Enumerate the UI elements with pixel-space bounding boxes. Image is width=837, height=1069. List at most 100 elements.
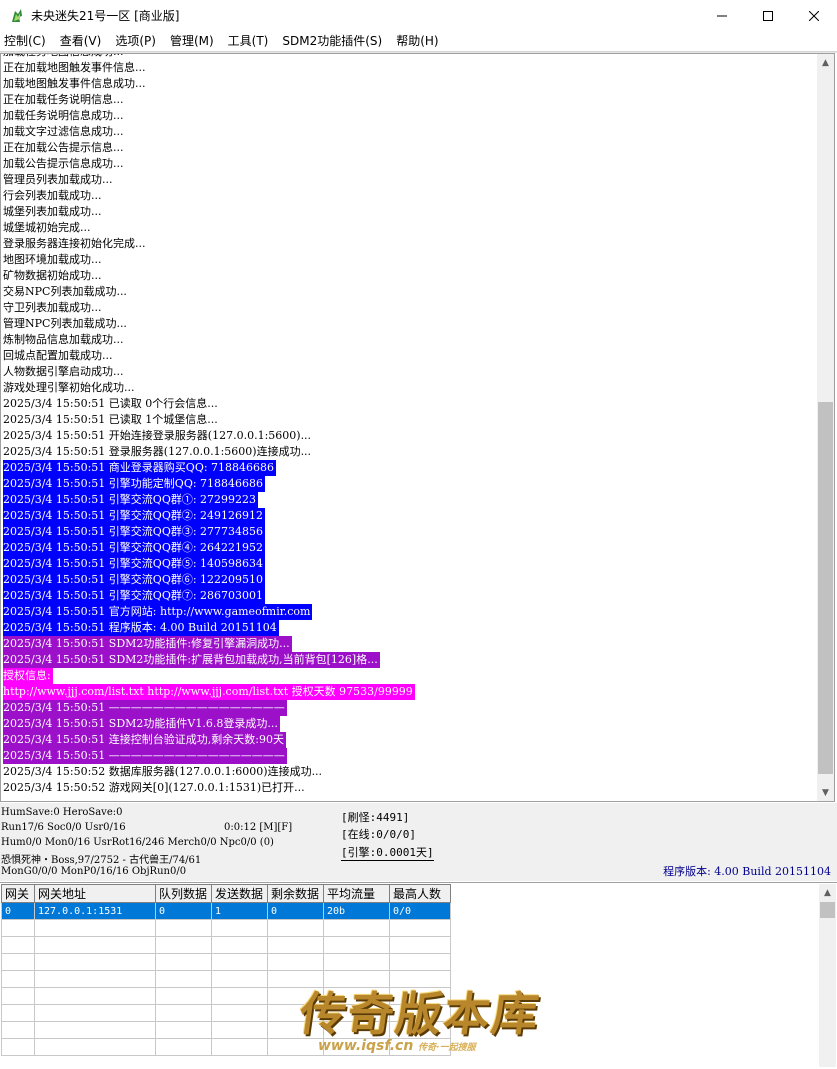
log-line: 炼制物品信息加载成功... [3, 332, 818, 348]
log-line: 游戏处理引擎初始化成功... [3, 380, 818, 396]
log-line: 回城点配置加载成功... [3, 348, 818, 364]
watermark-tagline: 传奇·一起搜服 [418, 1043, 476, 1053]
log-line-text: 回城点配置加载成功... [3, 349, 113, 362]
status-timer: 0:0:12 [M][F] [224, 822, 293, 833]
log-line-text: 加载文字过滤信息成功... [3, 125, 124, 138]
column-header[interactable]: 剩余数据 [267, 884, 324, 903]
log-line: 2025/3/4 15:50:51 引擎交流QQ群⑤: 140598634 [3, 556, 818, 572]
column-header[interactable]: 发送数据 [211, 884, 268, 903]
maximize-icon [763, 10, 773, 21]
column-header[interactable]: 网关 [1, 884, 35, 903]
log-line-text: 2025/3/4 15:50:51 程序版本: 4.00 Build 20151… [3, 620, 279, 636]
log-line: 正在加载地图触发事件信息... [3, 60, 818, 76]
log-vertical-scrollbar[interactable]: ▲ ▼ [817, 54, 834, 801]
table-cell: 0 [155, 902, 212, 920]
grid-vertical-scrollbar[interactable]: ▲ [819, 884, 836, 1067]
log-line-text: 2025/3/4 15:50:51 SDM2功能插件:扩展背包加载成功,当前背包… [3, 652, 380, 668]
log-line-text: 2025/3/4 15:50:51 SDM2功能插件V1.6.8登录成功... [3, 716, 280, 732]
log-line: 2025/3/4 15:50:51 引擎交流QQ群⑦: 286703001 [3, 588, 818, 604]
log-line-text: 游戏处理引擎初始化成功... [3, 381, 135, 394]
title-bar: 未央迷失21号一区 [商业版] [0, 0, 837, 31]
log-textbox[interactable]: 加载任务地图信息成功...正在加载地图触发事件信息... 加载地图触发事件信息成功… [0, 53, 835, 802]
menu-manage[interactable]: 管理(M) [170, 31, 214, 51]
log-line-text: 2025/3/4 15:50:51 引擎交流QQ群②: 249126912 [3, 508, 266, 524]
column-header[interactable]: 最高人数 [389, 884, 451, 903]
log-line: 2025/3/4 15:50:51 商业登录器购买QQ: 718846686 [3, 460, 818, 476]
log-line: 城堡城初始完成... [3, 220, 818, 236]
status-run: Run17/6 Soc0/0 Usr0/16 [1, 822, 126, 833]
status-engine: [引擎:0.0001天] [341, 846, 434, 861]
log-line-text: 管理NPC列表加载成功... [3, 317, 127, 330]
maximize-button[interactable] [745, 0, 791, 31]
log-line-text: 加载任务地图信息成功... [3, 54, 126, 60]
table-cell: 20b [323, 902, 390, 920]
log-line: 2025/3/4 15:50:51 引擎交流QQ群②: 249126912 [3, 508, 818, 524]
menu-options[interactable]: 选项(P) [115, 31, 156, 51]
table-row-empty [1, 953, 451, 971]
log-line-text: 管理员列表加载成功... [3, 173, 113, 186]
log-line: 地图环境加载成功... [3, 252, 818, 268]
column-header[interactable]: 平均流量 [323, 884, 390, 903]
log-line: 2025/3/4 15:50:51 SDM2功能插件V1.6.8登录成功... [3, 716, 818, 732]
column-header[interactable]: 网关地址 [34, 884, 156, 903]
log-line: 登录服务器连接初始化完成... [3, 236, 818, 252]
log-line: 管理NPC列表加载成功... [3, 316, 818, 332]
log-line-text: 交易NPC列表加载成功... [3, 285, 127, 298]
status-mon: MonG0/0/0 MonP0/16/16 ObjRun0/0 [1, 866, 187, 877]
table-row[interactable]: 0 127.0.0.1:1531 0 1 0 20b 0/0 [1, 902, 451, 920]
log-line-text: 炼制物品信息加载成功... [3, 333, 124, 346]
menu-control[interactable]: 控制(C) [4, 31, 46, 51]
log-line: 2025/3/4 15:50:51 官方网站: http://www.gameo… [3, 604, 818, 620]
scroll-up-arrow-icon[interactable]: ▲ [817, 54, 834, 71]
close-icon [809, 10, 819, 21]
log-line-text: 2025/3/4 15:50:51 开始连接登录服务器(127.0.0.1:56… [3, 429, 312, 442]
log-line-text: 2025/3/4 15:50:51 连接控制台验证成功,剩余天数:90天 [3, 732, 286, 748]
log-line: http://www.jjj.com/list.txt http://www.j… [3, 684, 818, 700]
menu-view[interactable]: 查看(V) [60, 31, 102, 51]
log-line: 2025/3/4 15:50:51 ———————————————— [3, 748, 818, 764]
log-line: 管理员列表加载成功... [3, 172, 818, 188]
log-line: 正在加载公告提示信息... [3, 140, 818, 156]
scroll-up-arrow-icon[interactable]: ▲ [819, 884, 836, 901]
log-line-text: 守卫列表加载成功... [3, 301, 102, 314]
close-button[interactable] [791, 0, 837, 31]
log-line-text: 2025/3/4 15:50:51 引擎交流QQ群④: 264221952 [3, 540, 266, 556]
log-line-text: 加载任务说明信息成功... [3, 109, 124, 122]
log-line-text: 2025/3/4 15:50:51 引擎功能定制QQ: 718846686 [3, 476, 266, 492]
scroll-down-arrow-icon[interactable]: ▼ [817, 784, 834, 801]
menu-sdm2-plugin[interactable]: SDM2功能插件(S) [282, 31, 382, 51]
log-line-text: 2025/3/4 15:50:51 引擎交流QQ群⑦: 286703001 [3, 588, 266, 604]
log-line-text: 2025/3/4 15:50:51 登录服务器(127.0.0.1:5600)连… [3, 445, 312, 458]
table-cell: 0 [267, 902, 324, 920]
log-line-text: 2025/3/4 15:50:51 已读取 1个城堡信息... [3, 413, 218, 426]
log-line-text: 地图环境加载成功... [3, 253, 102, 266]
log-line: 2025/3/4 15:50:51 连接控制台验证成功,剩余天数:90天 [3, 732, 818, 748]
log-line: 加载文字过滤信息成功... [3, 124, 818, 140]
log-line: 2025/3/4 15:50:52 数据库服务器(127.0.0.1:6000)… [3, 764, 818, 780]
scrollbar-thumb[interactable] [818, 402, 833, 774]
log-line: 正在加载任务说明信息... [3, 92, 818, 108]
log-line: 2025/3/4 15:50:51 程序版本: 4.00 Build 20151… [3, 620, 818, 636]
log-line-text: 2025/3/4 15:50:51 引擎交流QQ群③: 277734856 [3, 524, 266, 540]
log-lines: 加载任务地图信息成功...正在加载地图触发事件信息... 加载地图触发事件信息成功… [3, 54, 818, 796]
log-line-text: 2025/3/4 15:50:52 游戏网关[0](127.0.0.1:1531… [3, 781, 305, 794]
log-line: 2025/3/4 15:50:51 引擎交流QQ群④: 264221952 [3, 540, 818, 556]
log-line-text: 人物数据引擎启动成功... [3, 365, 124, 378]
menu-help[interactable]: 帮助(H) [396, 31, 438, 51]
log-line-text: 正在加载公告提示信息... [3, 141, 124, 154]
menu-tools[interactable]: 工具(T) [228, 31, 269, 51]
column-header[interactable]: 队列数据 [155, 884, 212, 903]
scrollbar-thumb[interactable] [820, 902, 835, 918]
log-line: 授权信息: [3, 668, 818, 684]
log-line: 城堡列表加载成功... [3, 204, 818, 220]
log-line: 2025/3/4 15:50:51 SDM2功能插件:修复引擎漏洞成功... [3, 636, 818, 652]
minimize-button[interactable] [699, 0, 745, 31]
log-line: 2025/3/4 15:50:52 游戏网关[0](127.0.0.1:1531… [3, 780, 818, 796]
table-row-empty [1, 936, 451, 954]
log-line-text: 登录服务器连接初始化完成... [3, 237, 146, 250]
log-line-text: 2025/3/4 15:50:51 引擎交流QQ群⑥: 122209510 [3, 572, 266, 588]
log-line: 2025/3/4 15:50:51 已读取 0个行会信息... [3, 396, 818, 412]
log-line: 2025/3/4 15:50:51 已读取 1个城堡信息... [3, 412, 818, 428]
status-version: 程序版本: 4.00 Build 20151104 [663, 865, 831, 878]
log-line: 2025/3/4 15:50:51 引擎交流QQ群⑥: 122209510 [3, 572, 818, 588]
